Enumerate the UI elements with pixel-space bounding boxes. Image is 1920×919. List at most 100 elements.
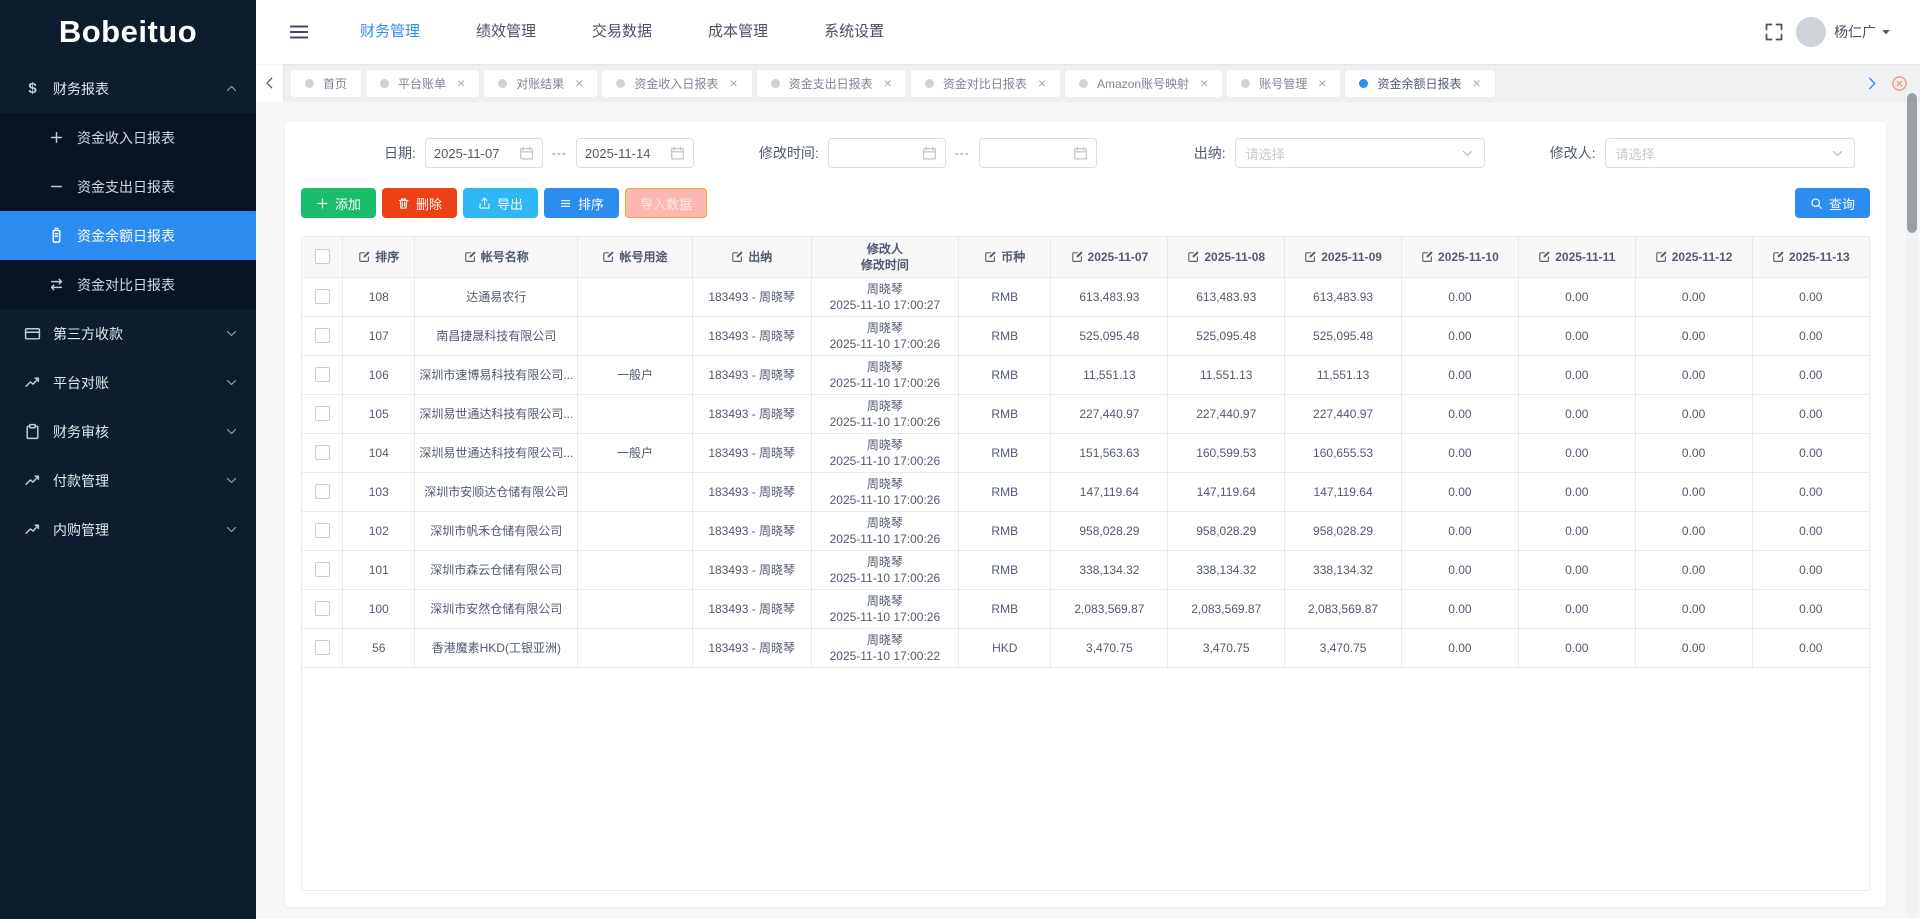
tabs: 首页平台账单×对账结果×资金收入日报表×资金支出日报表×资金对比日报表×Amaz… xyxy=(284,70,1852,97)
row-checkbox[interactable] xyxy=(315,406,330,421)
tab-status-dot xyxy=(1241,79,1250,88)
cell-cashier: 183493 - 周晓琴 xyxy=(692,433,811,472)
calendar-icon[interactable] xyxy=(922,146,937,161)
topnav-item[interactable]: 交易数据 xyxy=(564,0,680,64)
tab-close-icon[interactable]: × xyxy=(1472,76,1480,90)
topnav-item[interactable]: 财务管理 xyxy=(332,0,448,64)
sidebar-item[interactable]: 资金对比日报表 xyxy=(0,260,256,309)
edit-icon[interactable] xyxy=(1304,250,1317,263)
edit-icon[interactable] xyxy=(358,250,371,263)
topnav-item[interactable]: 系统设置 xyxy=(796,0,912,64)
cell-balance: 338,134.32 xyxy=(1051,550,1168,589)
cell-currency: RMB xyxy=(959,511,1051,550)
modified-from-input[interactable] xyxy=(828,138,946,168)
export-button[interactable]: 导出 xyxy=(463,188,538,218)
edit-icon[interactable] xyxy=(464,250,477,263)
calendar-icon[interactable] xyxy=(519,146,534,161)
cell-account-name: 香港魔素HKD(工银亚洲) xyxy=(415,628,578,667)
delete-button[interactable]: 删除 xyxy=(382,188,457,218)
cell-account-usage xyxy=(578,277,692,316)
tab[interactable]: 账号管理× xyxy=(1227,70,1340,97)
calendar-icon[interactable] xyxy=(670,146,685,161)
import-button-label: 导入数据 xyxy=(640,194,692,213)
hamburger-menu-icon[interactable] xyxy=(288,21,310,43)
topbar-right: 杨仁广 xyxy=(1764,17,1920,47)
edit-icon[interactable] xyxy=(602,250,615,263)
avatar[interactable] xyxy=(1796,17,1826,47)
tab[interactable]: 对账结果× xyxy=(484,70,597,97)
edit-icon[interactable] xyxy=(1187,250,1200,263)
tab-close-icon[interactable]: × xyxy=(1038,76,1046,90)
tab[interactable]: 平台账单× xyxy=(366,70,479,97)
import-data-button[interactable]: 导入数据 xyxy=(625,188,707,218)
row-checkbox[interactable] xyxy=(315,523,330,538)
caret-down-icon[interactable] xyxy=(1880,26,1892,38)
tab-close-icon[interactable]: × xyxy=(1200,76,1208,90)
sidebar: $财务报表资金收入日报表资金支出日报表资金余额日报表资金对比日报表第三方收款平台… xyxy=(0,64,256,919)
select-all-checkbox[interactable] xyxy=(315,249,330,264)
date-from-input[interactable] xyxy=(425,138,543,168)
cashier-select[interactable]: 请选择 xyxy=(1235,138,1485,168)
sidebar-item[interactable]: 资金收入日报表 xyxy=(0,113,256,162)
tab[interactable]: Amazon账号映射× xyxy=(1065,70,1222,97)
modifier-select[interactable]: 请选择 xyxy=(1605,138,1855,168)
sidebar-group[interactable]: 第三方收款 xyxy=(0,309,256,358)
tab[interactable]: 资金支出日报表× xyxy=(757,70,906,97)
tab-close-icon[interactable]: × xyxy=(575,76,583,90)
user-name[interactable]: 杨仁广 xyxy=(1834,22,1876,42)
sidebar-group[interactable]: $财务报表 xyxy=(0,64,256,113)
sidebar-item[interactable]: 资金支出日报表 xyxy=(0,162,256,211)
edit-icon[interactable] xyxy=(984,250,997,263)
row-checkbox[interactable] xyxy=(315,445,330,460)
close-all-tabs-icon[interactable] xyxy=(1891,75,1908,92)
tab[interactable]: 资金收入日报表× xyxy=(602,70,751,97)
edit-icon[interactable] xyxy=(731,250,744,263)
topnav-item[interactable]: 成本管理 xyxy=(680,0,796,64)
row-checkbox[interactable] xyxy=(315,640,330,655)
sidebar-group[interactable]: 付款管理 xyxy=(0,456,256,505)
row-checkbox[interactable] xyxy=(315,484,330,499)
scrollbar-thumb[interactable] xyxy=(1907,93,1917,233)
tab[interactable]: 首页 xyxy=(291,70,361,97)
cell-modifier: 周晓琴2025-11-10 17:00:26 xyxy=(811,550,958,589)
chevron-right-icon[interactable] xyxy=(1864,76,1879,91)
tab-close-icon[interactable]: × xyxy=(1318,76,1326,90)
cell-balance: 0.00 xyxy=(1752,316,1869,355)
edit-icon[interactable] xyxy=(1772,250,1785,263)
edit-icon[interactable] xyxy=(1538,250,1551,263)
row-checkbox[interactable] xyxy=(315,289,330,304)
row-checkbox[interactable] xyxy=(315,367,330,382)
edit-icon[interactable] xyxy=(1655,250,1668,263)
row-checkbox[interactable] xyxy=(315,562,330,577)
row-checkbox[interactable] xyxy=(315,601,330,616)
tab-status-dot xyxy=(305,79,314,88)
tab-status-dot xyxy=(925,79,934,88)
sort-button-label: 排序 xyxy=(578,194,604,213)
topnav-item[interactable]: 绩效管理 xyxy=(448,0,564,64)
cell-select xyxy=(302,433,343,472)
sidebar-group[interactable]: 平台对账 xyxy=(0,358,256,407)
column-header: 帐号名称 xyxy=(415,237,578,277)
sidebar-group[interactable]: 内购管理 xyxy=(0,505,256,554)
tab-close-icon[interactable]: × xyxy=(884,76,892,90)
calendar-icon[interactable] xyxy=(1073,146,1088,161)
sidebar-group[interactable]: 财务审核 xyxy=(0,407,256,456)
tab[interactable]: 资金余额日报表× xyxy=(1345,70,1494,97)
row-checkbox[interactable] xyxy=(315,328,330,343)
fullscreen-icon[interactable] xyxy=(1764,22,1784,42)
add-button[interactable]: 添加 xyxy=(301,188,376,218)
tab-status-dot xyxy=(1359,79,1368,88)
sort-button[interactable]: 排序 xyxy=(544,188,619,218)
date-to-input[interactable] xyxy=(576,138,694,168)
column-header: 出纳 xyxy=(692,237,811,277)
cell-balance: 0.00 xyxy=(1635,277,1752,316)
modified-to-input[interactable] xyxy=(979,138,1097,168)
tabs-scroll-left-button[interactable] xyxy=(256,64,284,102)
edit-icon[interactable] xyxy=(1421,250,1434,263)
sidebar-item[interactable]: 资金余额日报表 xyxy=(0,211,256,260)
query-button[interactable]: 查询 xyxy=(1795,188,1870,218)
tab[interactable]: 资金对比日报表× xyxy=(911,70,1060,97)
edit-icon[interactable] xyxy=(1071,250,1084,263)
tab-close-icon[interactable]: × xyxy=(457,76,465,90)
tab-close-icon[interactable]: × xyxy=(729,76,737,90)
